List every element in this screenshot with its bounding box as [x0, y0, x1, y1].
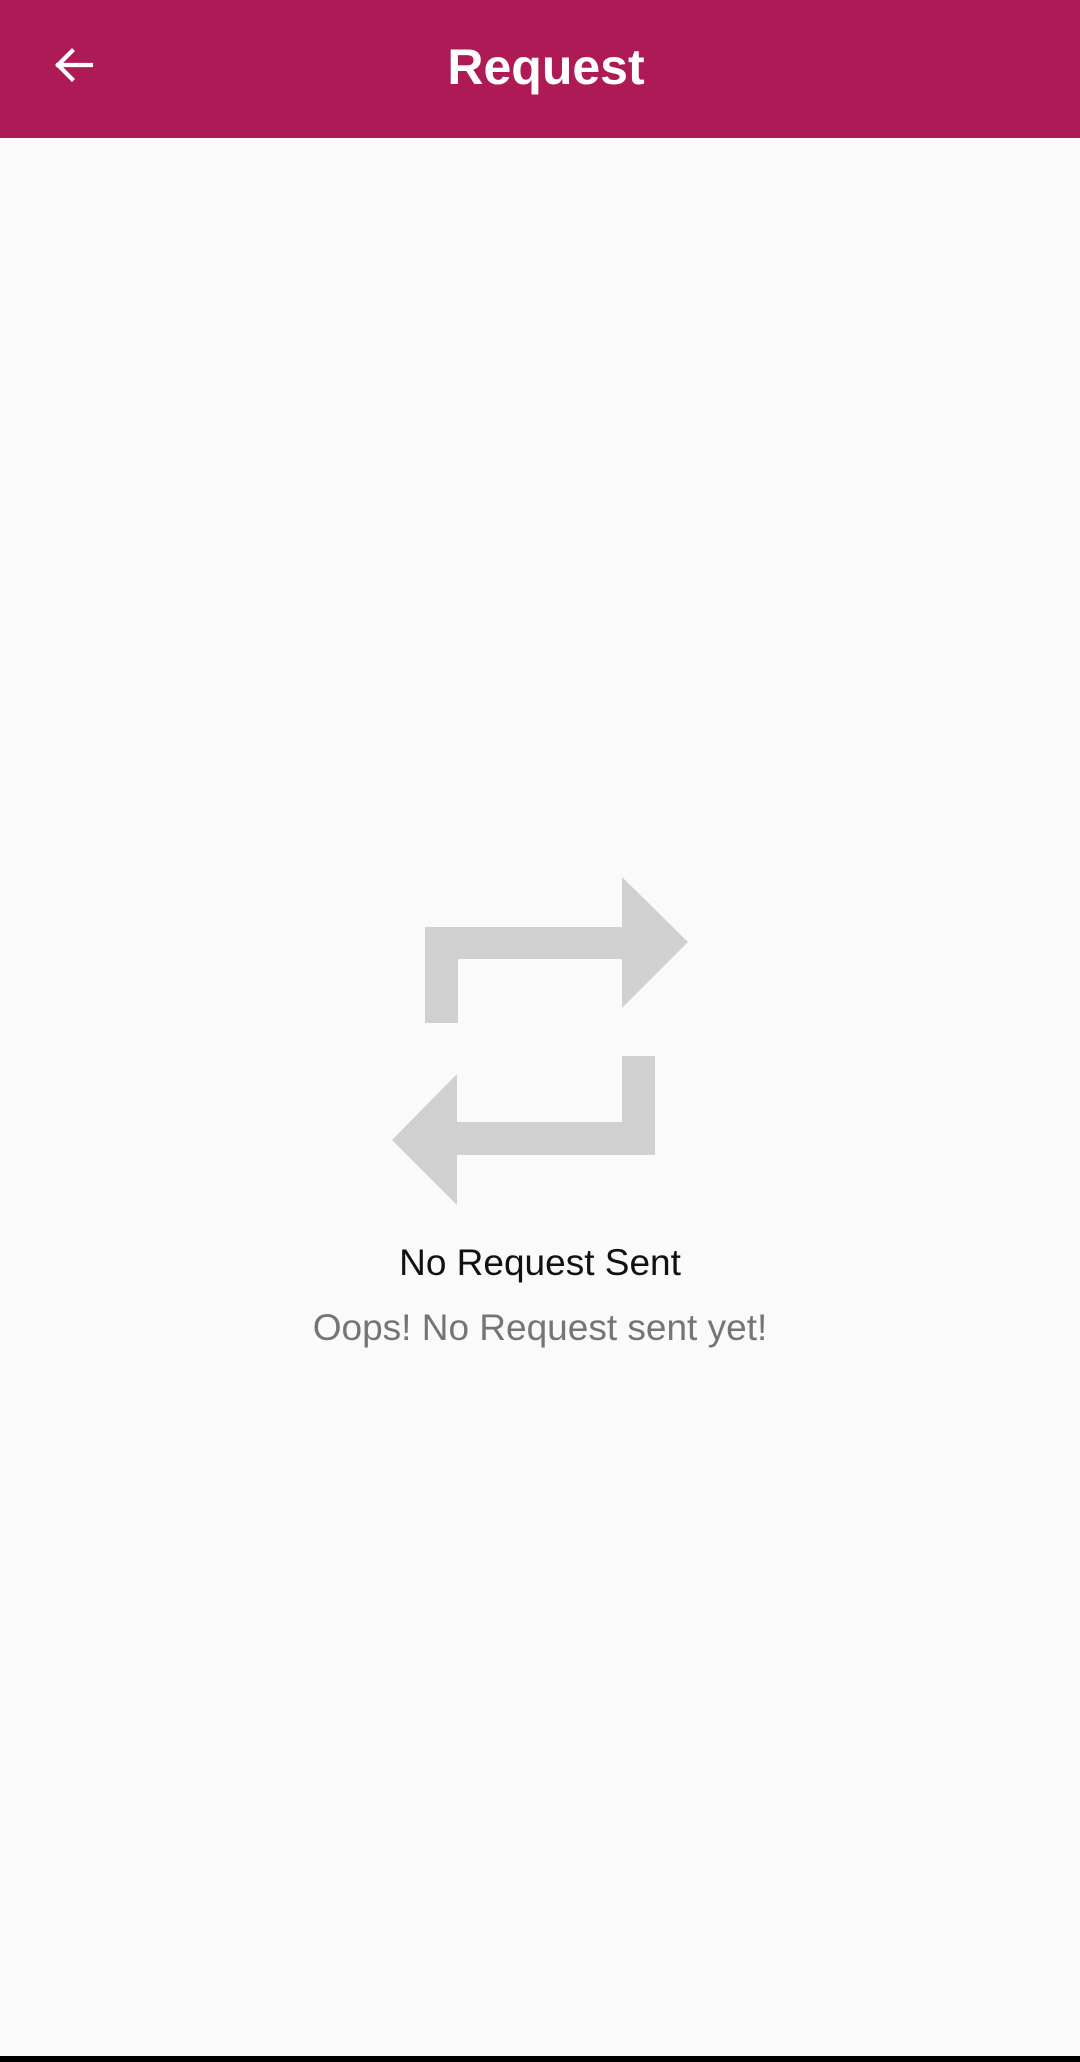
- empty-state-subtitle: Oops! No Request sent yet!: [312, 1307, 768, 1348]
- repeat-icon: [392, 877, 688, 1205]
- empty-state-title: No Request Sent: [399, 1242, 681, 1283]
- system-navigation-edge: [0, 2056, 1080, 2062]
- app-bar: Request: [0, 0, 1080, 138]
- page-title: Request: [447, 39, 645, 95]
